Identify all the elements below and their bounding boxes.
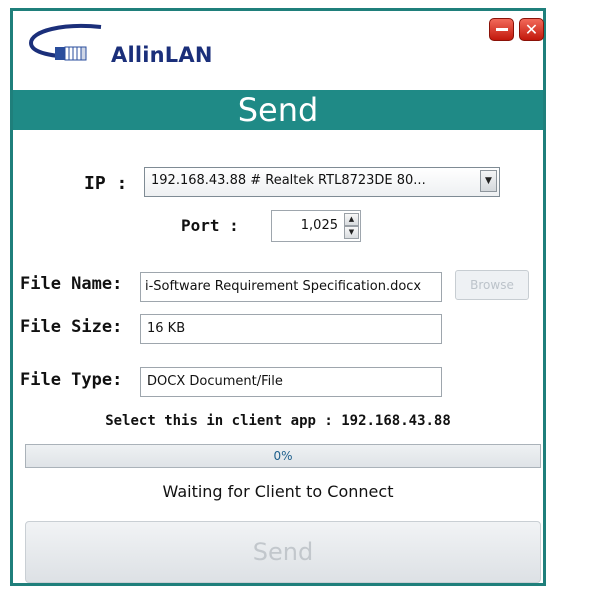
progress-text: 0% [273,449,293,463]
chevron-down-icon[interactable]: ▼ [480,170,497,192]
app-logo: AllinLAN [23,19,233,83]
page-title: Send [13,90,543,130]
chevron-up-icon[interactable]: ▲ [344,213,359,226]
logo-text: AllinLAN [111,43,213,67]
browse-button[interactable]: Browse [455,270,529,300]
file-type-label: File Type: [20,370,123,390]
port-stepper[interactable]: 1,025 ▲ ▼ [271,210,361,242]
file-name-field[interactable]: i-Software Requirement Specification.doc… [140,272,442,302]
minimize-button[interactable] [489,18,514,41]
minus-icon [496,28,508,31]
chevron-down-icon[interactable]: ▼ [344,226,359,239]
network-cable-icon [28,23,102,61]
close-icon: ✕ [524,20,539,39]
close-button[interactable]: ✕ [519,18,544,41]
progress-bar: 0% [25,444,541,468]
port-value: 1,025 [300,218,338,233]
port-label: Port : [181,216,239,235]
send-button[interactable]: Send [25,521,541,583]
ip-label: IP : [84,173,128,194]
ip-select-value: 192.168.43.88 # Realtek RTL8723DE 80... [151,173,426,188]
port-stepper-buttons: ▲ ▼ [344,213,359,239]
ip-select[interactable]: 192.168.43.88 # Realtek RTL8723DE 80... … [144,167,500,197]
file-type-field[interactable]: DOCX Document/File [140,367,442,397]
file-size-label: File Size: [20,317,123,337]
client-info-text: Select this in client app : 192.168.43.8… [105,413,451,429]
status-text: Waiting for Client to Connect [162,482,394,501]
file-size-field[interactable]: 16 KB [140,314,442,344]
app-window: AllinLAN ✕ Send IP : 192.168.43.88 # Rea… [10,8,546,586]
file-name-label: File Name: [20,274,123,294]
